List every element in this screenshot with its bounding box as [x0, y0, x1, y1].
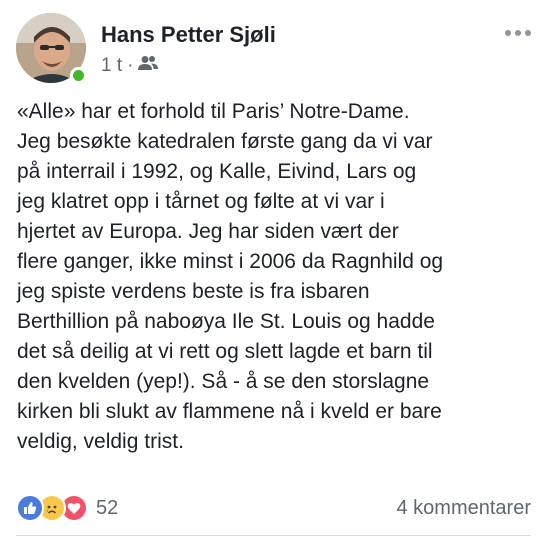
avatar[interactable]: [16, 13, 88, 85]
like-icon: [16, 494, 44, 522]
post-body: «Alle» har et forhold til Paris’ Notre-D…: [17, 100, 444, 453]
reaction-icons: [16, 494, 88, 522]
meta-separator: ·: [127, 55, 134, 76]
footer-divider: [16, 535, 531, 536]
comments-count-link[interactable]: 4 kommentarer: [397, 497, 532, 520]
more-dots-icon[interactable]: [505, 30, 531, 36]
post-footer: 52 4 kommentarer: [16, 493, 531, 523]
author-name[interactable]: Hans Petter Sjøli: [101, 22, 276, 48]
reaction-count: 52: [96, 496, 119, 519]
post-meta: 1 t ·: [101, 55, 159, 77]
online-status-dot: [70, 67, 87, 84]
reactions-summary[interactable]: 52: [16, 494, 118, 522]
timestamp[interactable]: 1 t: [101, 55, 122, 77]
facebook-post: Hans Petter Sjøli 1 t · «Alle» har et fo…: [0, 0, 547, 541]
friends-icon[interactable]: [138, 55, 159, 77]
